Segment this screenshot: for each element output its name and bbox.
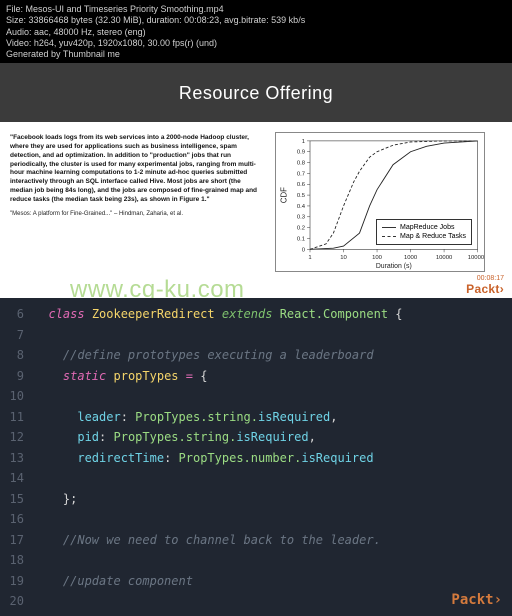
svg-text:0.4: 0.4	[297, 204, 306, 210]
code-line: 18	[0, 550, 512, 571]
code-line: 20	[0, 591, 512, 612]
timecode: 00:08:17	[477, 275, 504, 282]
code-line: 11 leader: PropTypes.string.isRequired,	[0, 407, 512, 428]
slide-body: "Facebook loads logs from its web servic…	[0, 122, 512, 298]
svg-text:100: 100	[372, 255, 383, 261]
svg-text:0.1: 0.1	[297, 237, 305, 243]
svg-text:0.9: 0.9	[297, 150, 305, 156]
code-line: 16	[0, 509, 512, 530]
code-line: 9 static propTypes = {	[0, 366, 512, 387]
code-editor: 6 class ZookeeperRedirect extends React.…	[0, 298, 512, 616]
svg-text:0.8: 0.8	[297, 161, 306, 167]
code-line: 8 //define prototypes executing a leader…	[0, 345, 512, 366]
cdf-chart: 0 0.1 0.2 0.3 0.4 0.5 0.6 0.7 0.8 0.9 1 1 10 100 1000 1…	[275, 132, 485, 272]
svg-text:1: 1	[302, 139, 305, 145]
code-line: 12 pid: PropTypes.string.isRequired,	[0, 427, 512, 448]
code-line: 6 class ZookeeperRedirect extends React.…	[0, 304, 512, 325]
quote-attribution: "Mesos: A platform for Fine-Grained..." …	[10, 210, 265, 218]
svg-text:1: 1	[308, 255, 311, 261]
code-line: 7	[0, 325, 512, 346]
brand-logo-bottom: Packt›	[451, 590, 502, 611]
svg-text:1000: 1000	[404, 255, 418, 261]
svg-text:100000: 100000	[468, 255, 484, 261]
svg-text:0.5: 0.5	[297, 193, 306, 199]
code-line: 15 };	[0, 489, 512, 510]
svg-text:0.6: 0.6	[297, 182, 306, 188]
svg-text:0: 0	[302, 248, 306, 254]
svg-text:0.2: 0.2	[297, 226, 305, 232]
code-line: 17 //Now we need to channel back to the …	[0, 530, 512, 551]
svg-text:CDF: CDF	[279, 187, 288, 203]
code-line: 14	[0, 468, 512, 489]
chart-legend: MapReduce Jobs Map & Reduce Tasks	[376, 219, 472, 245]
svg-text:0.7: 0.7	[297, 172, 305, 178]
file-metadata: File: Mesos-UI and Timeseries Priority S…	[0, 0, 512, 63]
svg-text:10000: 10000	[436, 255, 453, 261]
quote-block: "Facebook loads logs from its web servic…	[10, 132, 265, 272]
code-line: 13 redirectTime: PropTypes.number.isRequ…	[0, 448, 512, 469]
slide-title: Resource Offering	[0, 63, 512, 122]
svg-text:Duration (s): Duration (s)	[376, 263, 412, 270]
svg-text:10: 10	[340, 255, 347, 261]
svg-text:0.3: 0.3	[297, 215, 306, 221]
code-line: 10	[0, 386, 512, 407]
brand-logo: Packt›	[466, 282, 504, 296]
code-line: 19 //update component	[0, 571, 512, 592]
